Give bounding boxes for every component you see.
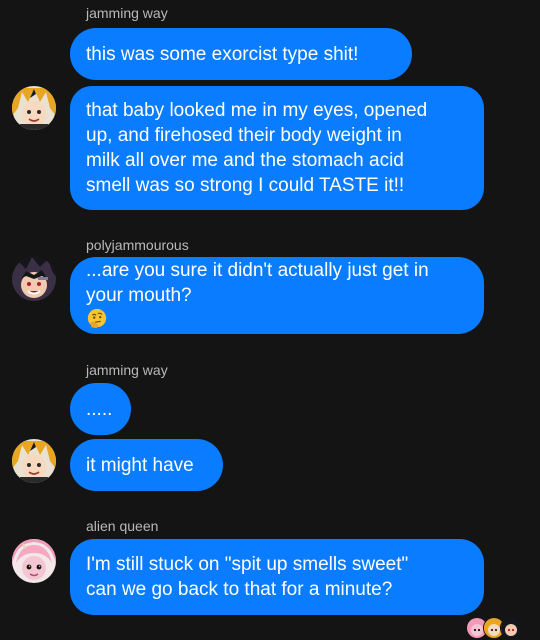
sender-name: jamming way [86, 5, 168, 21]
avatar-image [12, 539, 56, 583]
avatar-jamming-way[interactable] [12, 86, 56, 130]
message-text: smell was so strong I could TASTE it!! [86, 175, 405, 196]
sender-name: polyjammourous [86, 237, 189, 253]
avatar-jamming-way[interactable] [12, 439, 56, 483]
message-text: milk all over me and the stomach acid [86, 150, 404, 171]
message-text: this was some exorcist type shit! [86, 43, 359, 65]
message-text: your mouth? [86, 285, 192, 306]
avatar-alien-queen[interactable] [12, 539, 56, 583]
read-receipt-avatar [500, 617, 522, 639]
message-text: I'm still stuck on "spit up smells sweet… [86, 554, 409, 575]
message-bubble[interactable]: I'm still stuck on "spit up smells sweet… [70, 539, 484, 615]
message-text: it might have [86, 454, 194, 476]
message-text: up, and firehosed their body weight in [86, 125, 402, 146]
avatar-image [12, 86, 56, 130]
message-bubble[interactable]: that baby looked me in my eyes, opened u… [70, 86, 484, 210]
avatar-polyjammourous[interactable] [12, 257, 56, 301]
message-bubble[interactable]: it might have [70, 439, 223, 491]
avatar-image [12, 439, 56, 483]
message-bubble[interactable]: ..... [70, 383, 131, 435]
sender-name: jamming way [86, 362, 168, 378]
message-text: that baby looked me in my eyes, opened [86, 100, 428, 121]
avatar-image [12, 257, 56, 301]
sender-name: alien queen [86, 518, 159, 534]
message-text: can we go back to that for a minute? [86, 579, 393, 600]
message-bubble[interactable]: ...are you sure it didn't actually just … [70, 257, 484, 334]
message-bubble[interactable]: this was some exorcist type shit! [70, 28, 412, 80]
message-text: ...are you sure it didn't actually just … [86, 260, 429, 281]
thinking-face-emoji-icon [87, 308, 107, 329]
message-text: ..... [86, 398, 113, 420]
